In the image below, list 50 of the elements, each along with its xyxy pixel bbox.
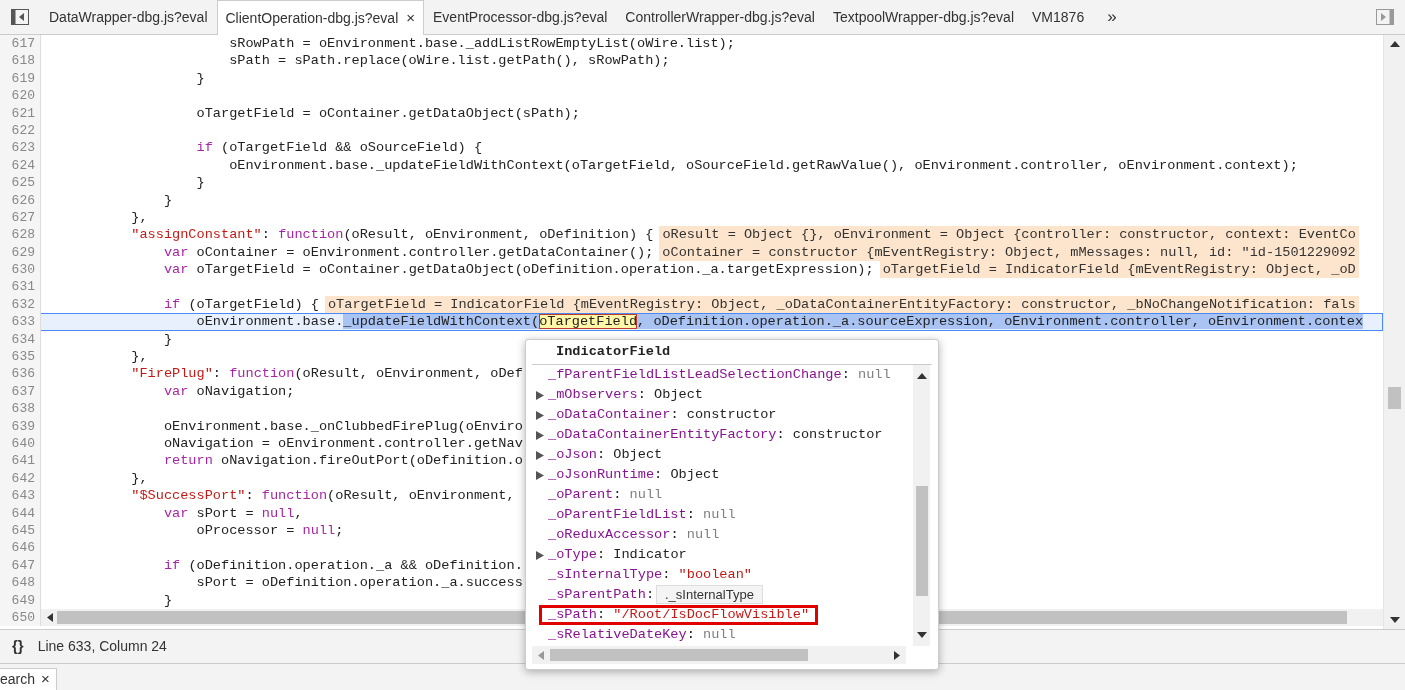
code-line: sPath = sPath.replace(oWire.list.getPath(), sRowPath); xyxy=(228,52,670,70)
inline-value: oResult = Object {}, oEnvironment = Object {controller: constructor, context: EventCo xyxy=(659,226,1359,244)
code-line: return oNavigation.fireOutPort(oDefinition.o xyxy=(162,452,523,470)
line-number: 623 xyxy=(0,139,41,157)
line-number: 628 xyxy=(0,226,41,244)
code-line: var oContainer = oEnvironment.controller.getDataContainer(); xyxy=(162,243,654,262)
code-line: "assignConstant": function(oResult, oEnvironment, oDefinition) { xyxy=(130,226,654,244)
line-number: 631 xyxy=(0,278,41,296)
code-line: oEnvironment.base._updateFieldWithContext(oTargetField, oSourceField.getRawValue(), oEnvironment.controller, oEnvironment.context); xyxy=(228,156,1298,175)
code-line: } xyxy=(195,69,205,88)
code-line: if (oTargetField && oSourceField) { xyxy=(195,139,483,157)
line-number: 635 xyxy=(0,348,41,366)
code-line: var oNavigation; xyxy=(162,382,295,401)
popover-title: IndicatorField xyxy=(556,342,671,361)
code-line: sRowPath = oEnvironment.base._addListRowEmptyList(oWire.list); xyxy=(228,35,735,53)
code-line: } xyxy=(162,330,173,349)
line-number: 643 xyxy=(0,487,41,505)
code-line: }, xyxy=(130,469,148,488)
code-line: if (oTargetField) { xyxy=(162,295,319,314)
line-number: 641 xyxy=(0,452,41,470)
code-line: } xyxy=(162,191,173,209)
line-number: 625 xyxy=(0,174,41,192)
inline-value: oTargetField = IndicatorField {mEventRegistry: Object, _oDataContainerEntityFactory: constructor, _bNoChangeNotification: fals xyxy=(324,295,1359,314)
code-line: } xyxy=(162,591,173,609)
code-line: sPort = oDefinition.operation._a.success xyxy=(195,574,523,592)
cursor-position: Line 633, Column 24 xyxy=(37,637,167,656)
code-line: oTargetField = oContainer.getDataObject(sPath); xyxy=(195,104,580,122)
code-line: oEnvironment.base._updateFieldWithContext(oTargetField, oDefinition.operation._a.sourceExpression, oEnvironment.controller, oEnvironment.contex xyxy=(195,313,1364,331)
line-number: 648 xyxy=(0,574,41,592)
tooltip: ._sInternalType xyxy=(656,585,763,604)
code-line: oNavigation = oEnvironment.controller.getNav xyxy=(162,435,523,453)
code-line: "FirePlug": function(oResult, oEnvironment, oDef xyxy=(130,365,523,383)
line-number: 617 xyxy=(0,35,41,53)
code-line: var oTargetField = oContainer.getDataObject(oDefinition.operation._a.targetExpression); xyxy=(162,261,874,279)
line-number: 618 xyxy=(0,52,41,70)
code-line: var sPort = null, xyxy=(162,504,303,522)
line-number: 646 xyxy=(0,539,41,557)
line-number: 636 xyxy=(0,365,41,383)
code-line: "$SuccessPort": function(oResult, oEnvironment, xyxy=(130,487,515,505)
code-line: if (oDefinition.operation._a && oDefinition. xyxy=(162,556,523,575)
inline-value: oTargetField = IndicatorField {mEventRegistry: Object, _oD xyxy=(879,261,1359,279)
line-number: 620 xyxy=(0,87,41,105)
code-line: oEnvironment.base._onClubbedFirePlug(oEnviro xyxy=(162,417,523,435)
line-number: 638 xyxy=(0,400,41,418)
line-number: 633 xyxy=(0,313,41,331)
code-line: }, xyxy=(130,208,148,227)
line-number: 630 xyxy=(0,261,41,279)
code-line: oProcessor = null; xyxy=(195,521,344,540)
code-line: }, xyxy=(130,348,148,366)
code-line: } xyxy=(195,174,205,192)
